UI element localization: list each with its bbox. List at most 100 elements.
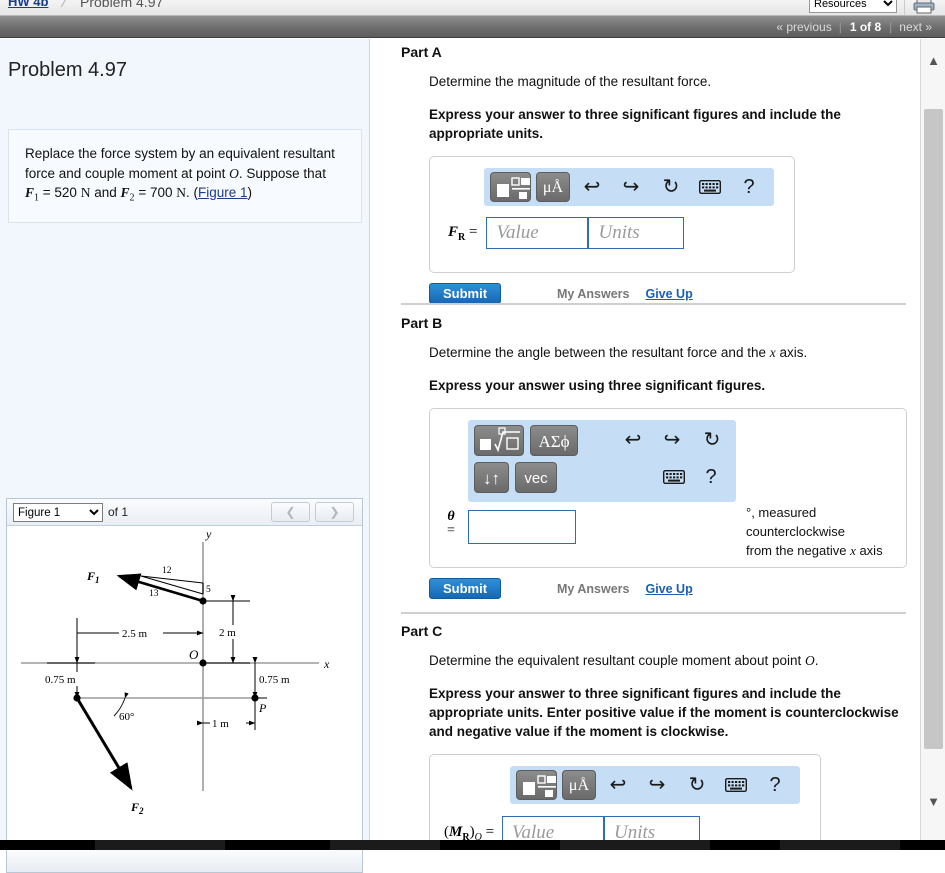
part-b-field-label: θ = (447, 509, 455, 539)
math-template-icon[interactable] (490, 172, 531, 203)
slope-side-label: 5 (206, 585, 211, 595)
page-title: Problem 4.97 (8, 59, 127, 81)
help-icon[interactable]: ? (738, 174, 760, 200)
problem-sidebar: Problem 4.97 Replace the force system by… (0, 39, 370, 873)
angle-60-label: 60° (119, 711, 134, 723)
breadcrumb-home-link[interactable]: HW 4b (8, 0, 48, 9)
part-a-field-label: FR = (448, 223, 478, 243)
f1-unit: N (80, 185, 91, 201)
point-p-label: P (258, 701, 267, 715)
part-a-submit-button[interactable]: Submit (429, 283, 501, 305)
f2-subscript: 2 (129, 192, 135, 204)
part-c-question: Determine the equivalent resultant coupl… (429, 653, 819, 668)
problem-statement: Replace the force system by an equivalen… (8, 129, 362, 224)
part-a-instruction: Express your answer to three significant… (429, 106, 841, 142)
part-a-section: Part A Determine the magnitude of the re… (371, 44, 919, 305)
breadcrumb-current: Problem 4.97 (80, 0, 164, 10)
dim-075m-left-label: 0.75 m (45, 674, 76, 686)
figure-count-label: of 1 (108, 505, 129, 519)
part-b-submit-button[interactable]: Submit (429, 578, 501, 600)
part-b-my-answers[interactable]: My Answers (557, 582, 629, 596)
figure-next-button[interactable]: ❯ (315, 502, 354, 522)
dim-2_5m-label: 2.5 m (122, 628, 148, 640)
main-scrollbar[interactable]: ▲ ▼ (920, 39, 945, 850)
keyboard-icon[interactable] (662, 470, 686, 486)
taskbar (0, 840, 945, 850)
part-c-section: Part C Determine the equivalent resultan… (371, 623, 919, 850)
redo-icon[interactable]: ↪ (660, 429, 684, 451)
undo-icon[interactable]: ↩ (580, 176, 604, 198)
part-divider-1 (401, 303, 906, 305)
redo-icon[interactable]: ↪ (619, 176, 643, 198)
scroll-down-icon[interactable]: ▼ (921, 794, 945, 816)
part-b-give-up[interactable]: Give Up (645, 582, 692, 596)
part-c-answer-box: μÅ ↩ ↪ ↻ ? (MR)O = Value Units (429, 754, 821, 850)
math-template-icon[interactable] (516, 770, 557, 801)
f1-value: = 520 (42, 185, 77, 201)
dim-075m-right-label: 0.75 m (259, 674, 290, 686)
reset-icon[interactable]: ↻ (659, 175, 683, 199)
undo-icon[interactable]: ↩ (621, 429, 645, 451)
figure-1-link[interactable]: Figure 1 (198, 185, 248, 200)
slope-top-label: 12 (162, 566, 172, 576)
f1-force-arrow (116, 573, 204, 603)
part-a-value-input[interactable]: Value (486, 217, 589, 250)
figure-toolbar: Figure 1 of 1 ❮ ❯ (7, 499, 362, 526)
part-a-give-up[interactable]: Give Up (645, 287, 692, 301)
part-divider-2 (401, 612, 906, 614)
help-icon[interactable]: ? (700, 464, 722, 490)
part-b-answer-box: ΑΣϕ ↓↑ vec ↩ ↪ ↻ ? θ = °, measured count… (429, 408, 907, 569)
dim-1m-label: 1 m (212, 718, 229, 730)
units-icon[interactable]: μÅ (536, 172, 570, 203)
greek-symbols-icon[interactable]: ΑΣϕ (530, 425, 578, 457)
part-b-section: Part B Determine the angle between the r… (371, 315, 919, 600)
part-a-question: Determine the magnitude of the resultant… (429, 74, 712, 89)
undo-icon[interactable]: ↩ (606, 774, 630, 796)
part-b-angle-input[interactable] (468, 510, 576, 545)
toolbar-divider (904, 0, 905, 15)
keyboard-icon[interactable] (698, 180, 722, 196)
dim-2m-label: 2 m (219, 627, 236, 639)
slope-hyp-label: 13 (149, 589, 159, 599)
scrollbar-thumb[interactable] (924, 109, 943, 749)
part-a-units-input[interactable]: Units (588, 217, 685, 250)
part-a-my-answers[interactable]: My Answers (557, 287, 629, 301)
part-c-instruction: Express your answer to three significant… (429, 685, 899, 740)
next-link[interactable]: next » (892, 20, 939, 34)
resources-dropdown[interactable]: Resources (809, 0, 897, 13)
part-c-math-toolbar: μÅ ↩ ↪ ↻ ? (510, 766, 800, 805)
parts-content: Part A Determine the magnitude of the re… (371, 39, 919, 850)
printer-icon[interactable] (913, 0, 935, 14)
reset-icon[interactable]: ↻ (700, 428, 724, 452)
f1-label: F1 (86, 569, 100, 585)
part-c-heading: Part C (401, 623, 443, 639)
y-axis-label: y (205, 527, 212, 541)
reset-icon[interactable]: ↻ (685, 773, 709, 797)
f1-symbol: F (25, 185, 35, 201)
point-o-symbol: O (229, 165, 239, 181)
part-a-actions: Submit My Answers Give Up (429, 283, 909, 305)
vector-icon[interactable]: vec (515, 462, 557, 494)
part-b-suffix-text: °, measured counterclockwise from the ne… (746, 505, 883, 558)
units-icon[interactable]: μÅ (562, 770, 596, 801)
page-indicator: 1 of 8 (849, 20, 882, 34)
paren-open: . ( (186, 185, 198, 201)
nth-root-icon[interactable] (474, 425, 524, 457)
part-b-math-toolbar: ΑΣϕ ↓↑ vec ↩ ↪ ↻ ? (468, 420, 736, 503)
keyboard-icon[interactable] (724, 778, 748, 794)
part-b-instruction: Express your answer using three signific… (429, 377, 766, 393)
help-icon[interactable]: ? (764, 772, 786, 798)
breadcrumb-separator: / (59, 0, 70, 11)
redo-icon[interactable]: ↪ (645, 774, 669, 796)
figure-panel: Figure 1 of 1 ❮ ❯ y x O F1 12 5 13 2 m 2… (6, 498, 363, 873)
figure-selector[interactable]: Figure 1 (13, 503, 103, 522)
scroll-up-icon[interactable]: ▲ (921, 53, 945, 75)
previous-link[interactable]: « previous (769, 20, 838, 34)
slope-horizontal (140, 575, 204, 584)
paren-close: ) (247, 185, 253, 201)
f2-symbol: F (120, 185, 130, 201)
sort-arrows-icon[interactable]: ↓↑ (474, 462, 509, 494)
part-a-answer-box: μÅ ↩ ↪ ↻ ? FR = Value Units (429, 156, 795, 274)
f2-unit: N (176, 185, 186, 201)
figure-prev-button[interactable]: ❮ (271, 502, 310, 522)
